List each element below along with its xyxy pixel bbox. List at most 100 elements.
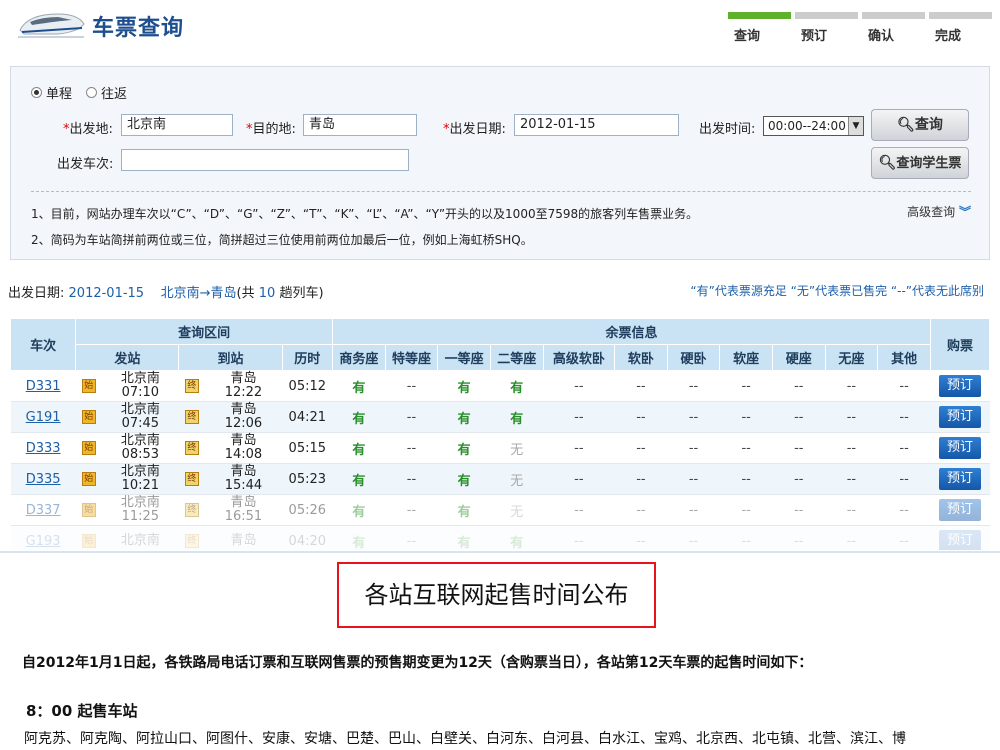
announcement-paragraph: 自2012年1月1日起，各铁路局电话订票和互联网售票的预售期变更为12天（含购票… [22, 655, 813, 671]
summary-count-suffix: 趟列车) [279, 286, 324, 301]
train-no-link[interactable]: D335 [26, 472, 61, 487]
search-panel: 单程 往返 *出发地: 北京南 *目的地: 青岛 *出发日期: 2012-01-… [10, 66, 990, 260]
col-group-query: 查询区间 [75, 318, 334, 345]
seat-availability-cell: -- [385, 494, 438, 526]
seat-availability-cell: 有 [490, 401, 544, 433]
col-seat: 一等座 [437, 344, 491, 371]
seat-availability-cell: -- [385, 463, 438, 495]
advanced-search-link[interactable]: 高级查询 ︾ [907, 203, 971, 220]
seat-availability-cell: -- [719, 401, 773, 433]
date-label: *出发日期: [443, 122, 506, 137]
step-confirm: 确认 [862, 12, 925, 44]
seat-availability-cell: 有 [332, 401, 386, 433]
col-seat: 软座 [719, 344, 773, 371]
train-table-body: D331 始北京南 07:10 终青岛 12:22 05:12 有 -- 有有 -- -- -- -- -… [10, 370, 990, 550]
seat-availability-cell: 无 [490, 463, 544, 495]
col-seat: 硬卧 [666, 344, 721, 371]
summary-route: 北京南→青岛 [160, 286, 237, 301]
train-table-wrapper: 车次 查询区间 余票信息 购票 发站 到站 历时 商务座 特等座 一等座 二等座 高级软… [10, 318, 1000, 550]
to-station-input[interactable]: 青岛 [303, 114, 417, 136]
col-seat: 无座 [824, 344, 879, 371]
table-row: D331 始北京南 07:10 终青岛 12:22 05:12 有 -- 有有 -- -- -- -- -… [10, 370, 990, 402]
step-done: 完成 [929, 12, 992, 44]
train-no-link[interactable]: G193 [26, 534, 61, 549]
step-book: 预订 [795, 12, 858, 44]
round-trip-radio[interactable]: 往返 [86, 83, 127, 102]
seat-availability-cell: 有 [490, 525, 544, 550]
seat-availability-cell: -- [719, 432, 773, 464]
book-button[interactable]: 预订 [938, 375, 981, 397]
step-label: 查询 [734, 29, 761, 44]
seat-availability-cell: -- [825, 401, 878, 433]
double-chevron-down-icon: ︾ [958, 205, 971, 219]
book-cell: 预订 [930, 463, 990, 495]
seat-availability-cell: -- [667, 463, 720, 495]
train-no-link[interactable]: D333 [26, 441, 61, 456]
seat-availability-cell: -- [772, 463, 826, 495]
seat-availability-cell: 有 [332, 525, 386, 550]
to-label: *目的地: [246, 122, 296, 137]
terminal-tag-icon: 终 [184, 441, 199, 455]
book-button[interactable]: 预订 [938, 437, 981, 459]
seat-availability-cell: -- [385, 432, 438, 464]
depart-time: 11:25 [121, 509, 160, 524]
seat-availability-cell: 有 [437, 525, 491, 550]
advanced-search-label: 高级查询 [907, 205, 956, 219]
train-no-link[interactable]: D337 [26, 503, 61, 518]
seat-availability-cell: -- [667, 432, 720, 464]
round-trip-label: 往返 [101, 87, 128, 102]
train-no-cell: D331 [10, 370, 76, 402]
train-no-link[interactable]: G191 [26, 410, 61, 425]
seat-availability-cell: -- [719, 494, 773, 526]
terminal-tag-icon: 终 [184, 410, 199, 424]
from-station-input[interactable]: 北京南 [121, 114, 233, 136]
student-query-button[interactable]: 🔍︎查询学生票 [871, 147, 969, 179]
seat-availability-cell: -- [614, 525, 668, 550]
duration-cell: 05:12 [282, 370, 333, 402]
book-button[interactable]: 预订 [938, 468, 981, 490]
train-logo-icon [18, 13, 85, 38]
seat-availability-cell: -- [772, 432, 826, 464]
trip-type-group: 单程 往返 [31, 83, 127, 102]
seat-availability-cell: -- [543, 463, 615, 495]
train-no-link[interactable]: D331 [26, 379, 61, 394]
book-cell: 预订 [930, 370, 990, 402]
seat-availability-cell: -- [877, 494, 931, 526]
book-button[interactable]: 预订 [938, 530, 981, 550]
seat-availability-cell: -- [719, 463, 773, 495]
book-button[interactable]: 预订 [938, 406, 981, 428]
date-input[interactable]: 2012-01-15 [514, 114, 679, 136]
seat-availability-cell: -- [667, 370, 720, 402]
seat-availability-cell: -- [614, 401, 668, 433]
depart-station: 北京南 [120, 495, 160, 510]
duration-cell: 04:20 [282, 525, 333, 550]
depart-time: 07:10 [121, 385, 160, 400]
duration-cell: 05:26 [282, 494, 333, 526]
origin-tag-icon: 始 [81, 379, 96, 393]
arrive-station: 青岛 [230, 371, 257, 386]
time-select-value: 00:00--24:00 [768, 119, 846, 133]
step-label: 预订 [801, 29, 828, 44]
one-way-radio[interactable]: 单程 [31, 83, 72, 102]
time-select[interactable]: 00:00--24:00 ▼ [763, 116, 864, 136]
train-no-input[interactable] [121, 149, 409, 171]
table-row: G193 始北京南终青岛 04:20 有 -- 有有 -- -- -- -- -- -- -- 预订 [10, 525, 990, 550]
query-button[interactable]: 🔍︎查询 [871, 109, 969, 141]
book-button[interactable]: 预订 [938, 499, 981, 521]
seat-availability-cell: 有 [437, 401, 491, 433]
arrive-station: 青岛 [230, 433, 257, 448]
arrive-cell: 终 青岛 [178, 525, 283, 550]
origin-tag-icon: 始 [81, 503, 96, 517]
train-no-cell: G193 [10, 525, 76, 550]
progress-steps: 查询 预订 确认 完成 [728, 12, 992, 44]
origin-tag-icon: 始 [81, 534, 96, 548]
summary-date-label: 出发日期: [8, 286, 65, 301]
train-no-cell: G191 [10, 401, 76, 433]
seat-availability-cell: -- [543, 432, 615, 464]
from-label: *出发地: [63, 122, 113, 137]
seat-availability-cell: -- [614, 494, 668, 526]
col-arrive: 到站 [178, 344, 283, 371]
seat-availability-cell: -- [825, 432, 878, 464]
seat-availability-cell: 有 [437, 432, 491, 464]
arrive-station: 青岛 [230, 495, 257, 510]
